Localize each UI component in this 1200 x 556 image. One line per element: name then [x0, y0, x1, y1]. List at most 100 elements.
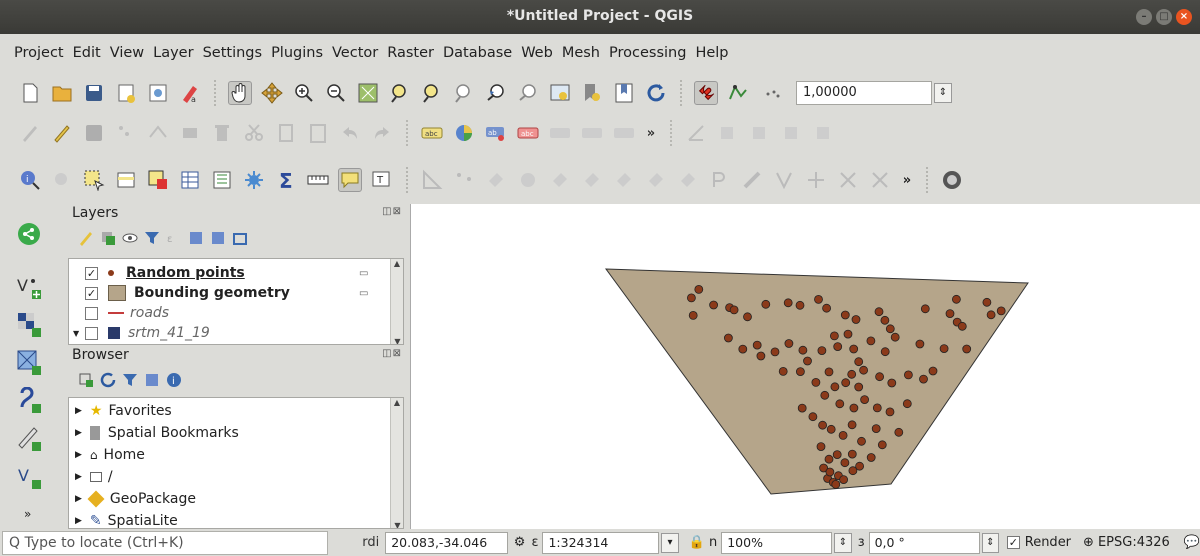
digitizing-tool-13-icon[interactable] — [804, 168, 828, 192]
cut-features-icon[interactable] — [242, 121, 266, 145]
digitizing-tool-11-icon[interactable] — [740, 168, 764, 192]
layer-indicator-icon[interactable]: ▭ — [359, 288, 368, 299]
add-raster-layer-icon[interactable] — [16, 311, 42, 337]
pan-map-icon[interactable] — [228, 81, 252, 105]
snapping-icon[interactable] — [694, 81, 718, 105]
browser-panel-controls[interactable]: ◫⊠ — [382, 348, 402, 359]
browser-item-spatial-bookmarks[interactable]: ▶ Spatial Bookmarks — [75, 423, 239, 443]
browser-item-spatialite[interactable]: ▶ ✎ SpatiaLite — [75, 511, 178, 528]
browser-item-geopackage[interactable]: ▶ GeoPackage — [75, 489, 196, 509]
plugin-icon[interactable] — [940, 168, 964, 192]
toolbar-overflow-button[interactable]: » — [644, 121, 658, 145]
add-wms-layer-icon[interactable]: V — [16, 463, 42, 489]
save-edits-icon[interactable] — [82, 121, 106, 145]
current-edits-icon[interactable] — [18, 121, 42, 145]
properties-icon[interactable]: i — [166, 372, 182, 388]
rotation-spinner[interactable]: ⇕ — [981, 532, 1000, 553]
text-annotation-icon[interactable]: T — [370, 168, 394, 192]
menu-layer[interactable]: Layer — [153, 45, 193, 69]
maximize-button[interactable]: □ — [1156, 9, 1172, 25]
menu-mesh[interactable]: Mesh — [562, 45, 600, 69]
scale-field[interactable]: 1:324314 — [542, 531, 660, 554]
layer-row-random-points[interactable]: ✓ Random points ▭ — [73, 263, 368, 283]
menu-settings[interactable]: Settings — [203, 45, 262, 69]
digitizing-tool-9-icon[interactable] — [676, 168, 700, 192]
pan-to-selection-icon[interactable] — [260, 81, 284, 105]
expand-arrow-icon[interactable]: ▶ — [75, 406, 82, 416]
field-calculator-icon[interactable] — [210, 168, 234, 192]
digitizing-tool-6-icon[interactable] — [580, 168, 604, 192]
toolbar-overflow-button-2[interactable]: » — [900, 168, 914, 192]
menu-view[interactable]: View — [110, 45, 144, 69]
toolbox-icon[interactable] — [242, 168, 266, 192]
save-project-icon[interactable] — [82, 81, 106, 105]
layer-row-bounding-geometry[interactable]: ✓ Bounding geometry ▭ — [73, 283, 368, 303]
map-canvas[interactable] — [410, 204, 1200, 529]
add-mesh-layer-icon[interactable] — [16, 349, 42, 375]
expand-arrow-icon[interactable]: ▶ — [75, 494, 82, 504]
digitizing-tool-4-icon[interactable] — [516, 168, 540, 192]
add-spatialite-layer-icon[interactable] — [16, 386, 42, 413]
show-bookmarks-icon[interactable] — [612, 81, 636, 105]
new-bookmark-icon[interactable] — [580, 81, 604, 105]
paste-features-icon[interactable] — [306, 121, 330, 145]
layer-visibility-checkbox[interactable] — [85, 326, 98, 340]
copy-features-icon[interactable] — [274, 121, 298, 145]
zoom-to-selection-icon[interactable] — [388, 81, 412, 105]
deselect-features-icon[interactable] — [146, 168, 170, 192]
snap-layers-icon[interactable] — [726, 81, 750, 105]
menu-web[interactable]: Web — [521, 45, 553, 69]
menu-database[interactable]: Database — [443, 45, 512, 69]
layer-row-srtm[interactable]: ▼ srtm_41_19 — [73, 323, 210, 343]
add-virtual-layer-icon[interactable] — [16, 425, 42, 451]
open-project-icon[interactable] — [50, 81, 74, 105]
measure-line-icon[interactable] — [306, 168, 330, 192]
undo-icon[interactable] — [338, 121, 362, 145]
new-map-view-icon[interactable] — [548, 81, 572, 105]
digitizing-tool-8-icon[interactable] — [644, 168, 668, 192]
browser-item-root[interactable]: ▶ / — [75, 467, 113, 487]
menu-edit[interactable]: Edit — [73, 45, 101, 69]
digitizing-tool-7-icon[interactable] — [612, 168, 636, 192]
filter-expression-icon[interactable]: ε — [166, 230, 182, 246]
layer-indicator-icon[interactable]: ▭ — [359, 268, 368, 279]
toggle-extents-icon[interactable]: ⚙ — [514, 535, 526, 550]
layer-labeling-icon[interactable]: abc — [420, 121, 444, 145]
add-group-icon[interactable] — [100, 230, 116, 246]
layer-visibility-checkbox[interactable]: ✓ — [85, 286, 98, 300]
rectangle-shape-icon[interactable] — [780, 121, 804, 145]
magnifier-spinner[interactable]: ⇕ — [834, 532, 852, 553]
rotation-field[interactable]: 0,0 ° — [868, 531, 980, 554]
coordinate-field[interactable]: 20.083,-34.046 — [385, 531, 508, 554]
show-statistical-summary-icon[interactable]: Σ — [274, 168, 298, 192]
highlight-pinned-labels-icon[interactable]: ab — [484, 121, 508, 145]
locator-search-input[interactable]: Q Type to locate (Ctrl+K) — [2, 530, 329, 555]
show-hide-labels-icon[interactable] — [548, 121, 572, 145]
crs-button[interactable]: EPSG:4326 — [1098, 535, 1170, 550]
expand-arrow-icon[interactable]: ▶ — [75, 516, 82, 526]
menu-project[interactable]: Project — [14, 45, 64, 69]
snap-tolerance-input[interactable]: 1,00000 — [796, 81, 932, 105]
minimize-button[interactable]: – — [1136, 9, 1152, 25]
browser-filter-icon[interactable] — [122, 372, 138, 388]
lock-scale-icon[interactable]: 🔒 — [689, 535, 705, 550]
rotate-label-icon[interactable] — [612, 121, 636, 145]
menu-vector[interactable]: Vector — [332, 45, 378, 69]
select-by-value-icon[interactable] — [114, 168, 138, 192]
new-print-layout-icon[interactable] — [114, 81, 138, 105]
zoom-native-icon[interactable] — [452, 81, 476, 105]
snap-tolerance-spinner[interactable]: ⇕ — [934, 83, 952, 103]
layer-visibility-checkbox[interactable]: ✓ — [85, 266, 98, 280]
move-label-icon[interactable] — [580, 121, 604, 145]
zoom-to-layer-icon[interactable] — [420, 81, 444, 105]
layout-manager-icon[interactable] — [146, 81, 170, 105]
collapse-all-icon[interactable] — [210, 230, 226, 246]
browser-item-favorites[interactable]: ▶ ★ Favorites — [75, 401, 172, 421]
run-feature-action-icon[interactable] — [50, 168, 74, 192]
identify-features-icon[interactable]: i — [18, 168, 42, 192]
map-tips-icon[interactable] — [338, 168, 362, 192]
menu-processing[interactable]: Processing — [609, 45, 686, 69]
filter-legend-icon[interactable] — [144, 230, 160, 246]
layer-visibility-checkbox[interactable] — [85, 306, 98, 320]
digitizing-tool-2-icon[interactable] — [452, 168, 476, 192]
